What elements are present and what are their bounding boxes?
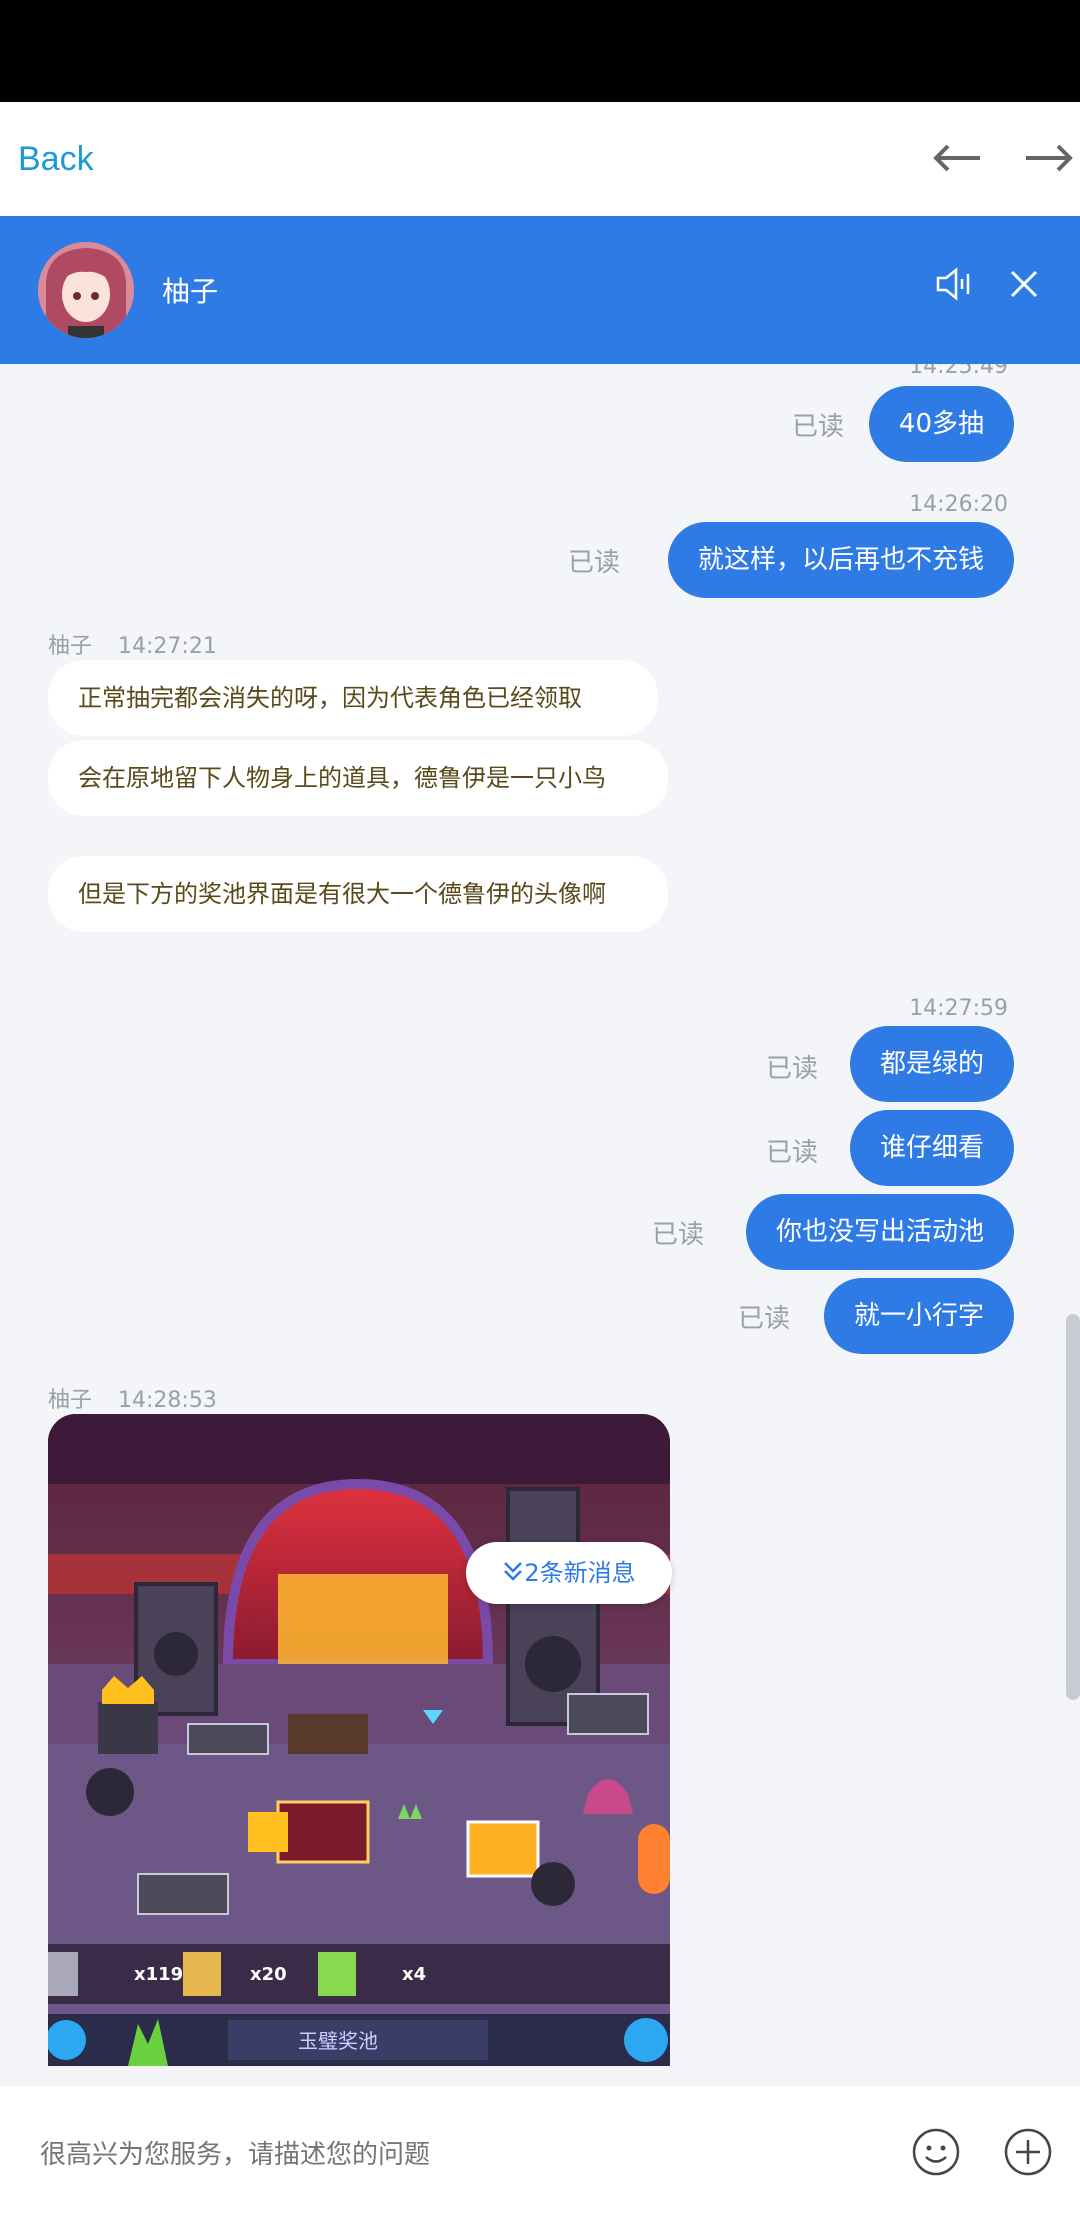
outgoing-message[interactable]: 都是绿的: [849, 1026, 1014, 1102]
sender-name: 柚子: [48, 1388, 93, 1413]
chevrons-down-icon: [502, 1543, 524, 1605]
outgoing-message[interactable]: 就这样，以后再也不充钱: [667, 522, 1014, 598]
incoming-meta: 柚子 14:27:21: [48, 628, 217, 660]
incoming-meta: 柚子 14:28:53: [48, 1382, 217, 1414]
arrow-left-icon[interactable]: [932, 132, 984, 184]
read-status: 已读: [567, 548, 620, 578]
item-count: x119: [134, 1964, 183, 1985]
outgoing-message[interactable]: 就一小行字: [823, 1278, 1014, 1354]
new-messages-button[interactable]: 2条新消息: [466, 1542, 672, 1604]
pool-label: 玉璧奖池: [298, 2029, 378, 2053]
message-time: 14:27:59: [909, 996, 1008, 1021]
scrollbar[interactable]: [1066, 1314, 1080, 1700]
outgoing-message[interactable]: 40多抽: [868, 386, 1014, 462]
chat-header: 柚子: [0, 216, 1080, 364]
browser-toolbar: Back: [0, 102, 1080, 216]
emoji-icon[interactable]: [910, 2126, 962, 2178]
new-messages-label: 2条新消息: [524, 1559, 636, 1587]
close-icon[interactable]: [1002, 262, 1046, 306]
message-time: 14:27:21: [118, 634, 217, 659]
speaker-icon[interactable]: [932, 262, 976, 306]
incoming-message[interactable]: 但是下方的奖池界面是有很大一个德鲁伊的头像啊: [48, 856, 668, 932]
message-time: 14:28:53: [118, 1388, 217, 1413]
contact-name: 柚子: [162, 275, 219, 308]
incoming-message[interactable]: 会在原地留下人物身上的道具，德鲁伊是一只小鸟: [48, 740, 668, 816]
outgoing-message[interactable]: 你也没写出活动池: [745, 1194, 1014, 1270]
input-bar: [0, 2086, 1080, 2228]
read-status: 已读: [737, 1304, 790, 1334]
message-input[interactable]: [40, 2130, 860, 2180]
read-status: 已读: [791, 412, 844, 442]
item-count: x20: [250, 1964, 287, 1985]
arrow-right-icon[interactable]: [1022, 132, 1074, 184]
message-list[interactable]: 14:25:49 已读 40多抽 14:26:20 已读 就这样，以后再也不充钱…: [0, 364, 1080, 2086]
read-status: 已读: [765, 1138, 818, 1168]
status-bar: [0, 0, 1080, 102]
message-time: 14:25:49: [909, 364, 1008, 379]
sender-name: 柚子: [48, 634, 93, 659]
read-status: 已读: [651, 1220, 704, 1250]
back-link[interactable]: Back: [18, 140, 94, 179]
read-status: 已读: [765, 1054, 818, 1084]
plus-icon[interactable]: [1002, 2126, 1054, 2178]
item-count: x4: [402, 1964, 426, 1985]
image-message[interactable]: x119 x20 x4 玉璧奖池: [48, 1414, 670, 2066]
message-time: 14:26:20: [909, 492, 1008, 517]
incoming-message[interactable]: 正常抽完都会消失的呀，因为代表角色已经领取: [48, 660, 658, 736]
contact-avatar[interactable]: [38, 242, 134, 338]
outgoing-message[interactable]: 谁仔细看: [849, 1110, 1014, 1186]
